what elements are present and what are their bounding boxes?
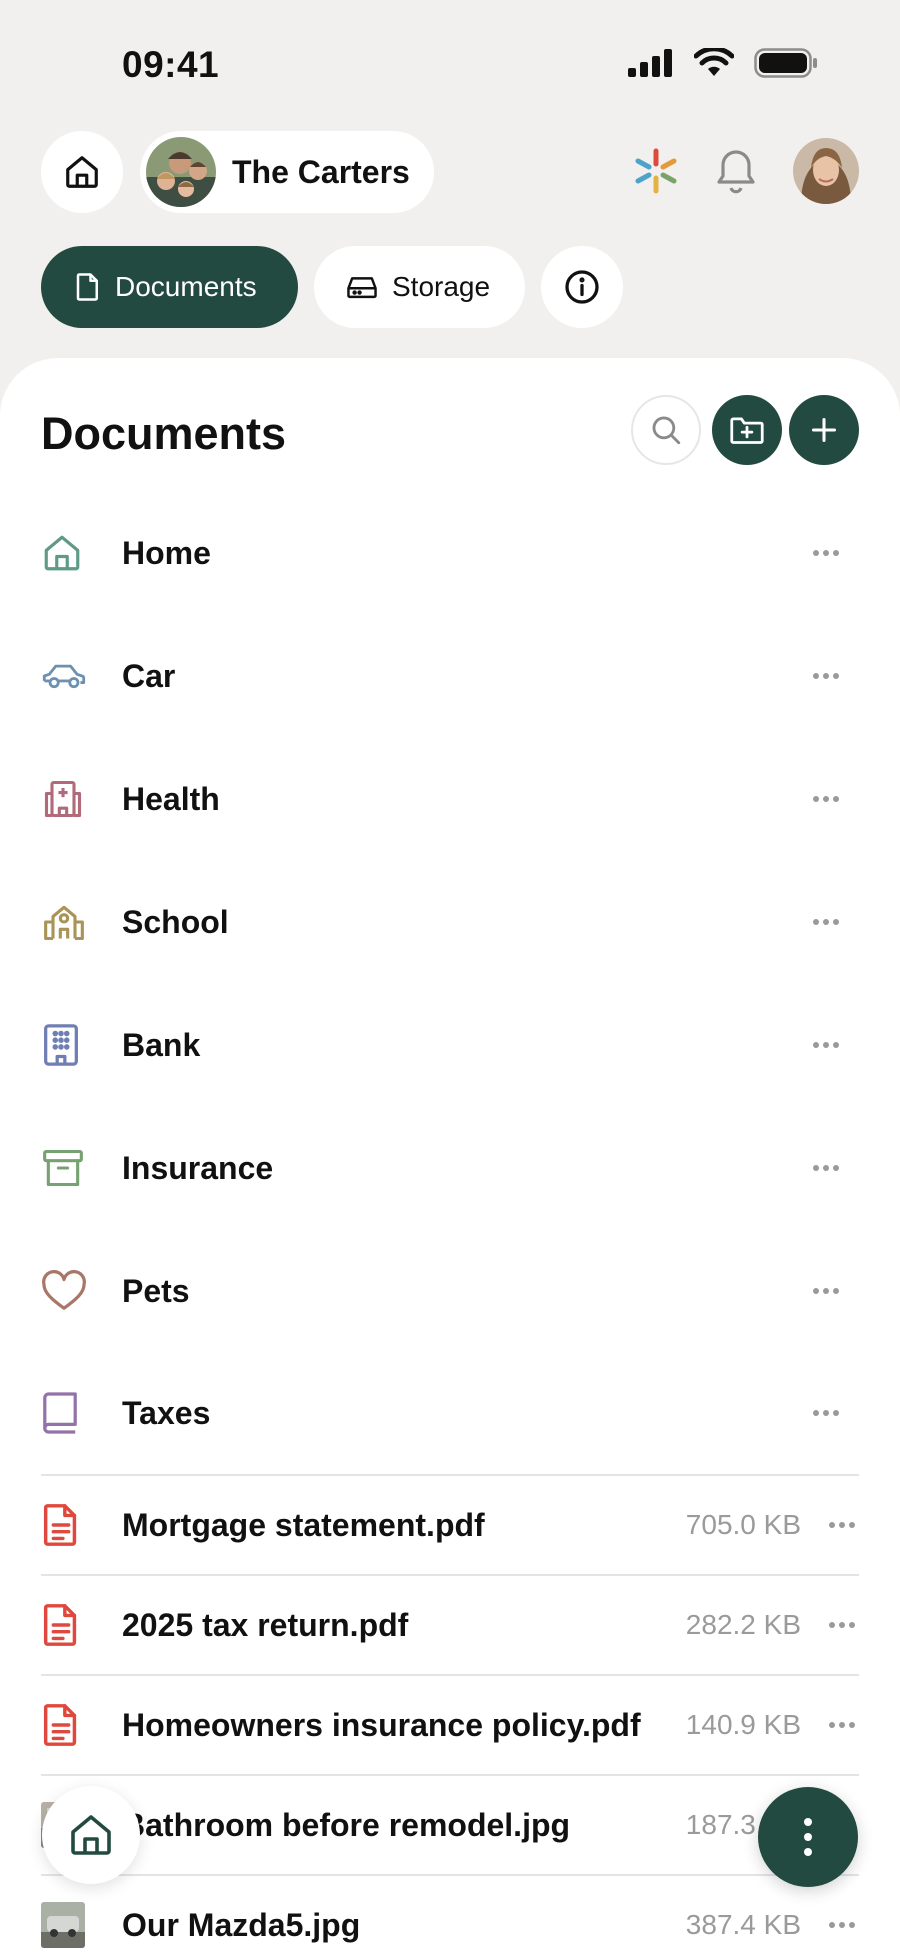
more-options-icon[interactable] bbox=[813, 1410, 839, 1416]
building-icon bbox=[41, 1022, 91, 1068]
folder-plus-icon bbox=[730, 417, 764, 444]
tab-documents-label: Documents bbox=[115, 271, 257, 302]
wifi-icon bbox=[694, 48, 734, 76]
tab-documents[interactable]: Documents bbox=[41, 246, 298, 328]
file-size: 140.9 KB bbox=[685, 1709, 801, 1740]
user-avatar[interactable] bbox=[793, 138, 859, 204]
folder-label: Health bbox=[122, 780, 220, 817]
hard-drive-icon bbox=[346, 274, 378, 300]
file-name: 2025 tax return.pdf bbox=[122, 1606, 409, 1643]
floating-more-button[interactable] bbox=[758, 1787, 858, 1887]
home-icon bbox=[66, 156, 98, 188]
folder-label: Pets bbox=[122, 1272, 190, 1309]
search-icon bbox=[652, 416, 681, 445]
hospital-icon bbox=[41, 777, 91, 821]
file-size: 705.0 KB bbox=[685, 1509, 801, 1540]
folder-row-taxes[interactable]: Taxes bbox=[41, 1368, 859, 1458]
pdf-file-icon bbox=[41, 1702, 91, 1748]
folder-label: Car bbox=[122, 657, 176, 694]
new-folder-button[interactable] bbox=[712, 395, 782, 465]
family-name: The Carters bbox=[232, 153, 410, 190]
folder-label: Insurance bbox=[122, 1149, 274, 1186]
file-row[interactable]: 2025 tax return.pdf 282.2 KB bbox=[41, 1576, 859, 1674]
file-row[interactable]: Our Mazda5.jpg 387.4 KB bbox=[41, 1876, 859, 1956]
school-icon bbox=[41, 900, 91, 944]
image-thumbnail bbox=[41, 1902, 85, 1948]
tab-storage-label: Storage bbox=[392, 271, 491, 302]
more-options-icon[interactable] bbox=[829, 1622, 855, 1628]
home-icon bbox=[41, 531, 91, 575]
file-name: Bathroom before remodel.jpg bbox=[122, 1806, 571, 1843]
search-button[interactable] bbox=[631, 395, 701, 465]
more-options-icon[interactable] bbox=[829, 1522, 855, 1528]
file-row[interactable]: Homeowners insurance policy.pdf 140.9 KB bbox=[41, 1676, 859, 1774]
info-icon bbox=[565, 270, 599, 304]
status-bar: 09:41 bbox=[0, 0, 900, 120]
signal-icon bbox=[628, 49, 672, 77]
folder-row-bank[interactable]: Bank bbox=[41, 1000, 859, 1090]
family-switcher[interactable]: The Carters bbox=[140, 131, 434, 213]
pdf-file-icon bbox=[41, 1502, 91, 1548]
folder-row-school[interactable]: School bbox=[41, 877, 859, 967]
file-size: 387.4 KB bbox=[685, 1909, 801, 1940]
home-button[interactable] bbox=[41, 131, 123, 213]
tab-storage[interactable]: Storage bbox=[314, 246, 525, 328]
floating-home-button[interactable] bbox=[42, 1786, 140, 1884]
folder-row-pets[interactable]: Pets bbox=[41, 1246, 859, 1336]
file-row[interactable]: Bathroom before remodel.jpg 187.3 KB bbox=[41, 1776, 859, 1874]
file-row[interactable]: Mortgage statement.pdf 705.0 KB bbox=[41, 1476, 859, 1574]
more-options-icon[interactable] bbox=[813, 796, 839, 802]
status-time: 09:41 bbox=[122, 44, 220, 85]
folder-row-home[interactable]: Home bbox=[41, 508, 859, 598]
folder-row-health[interactable]: Health bbox=[41, 754, 859, 844]
add-button[interactable] bbox=[789, 395, 859, 465]
more-options-icon[interactable] bbox=[813, 673, 839, 679]
info-button[interactable] bbox=[541, 246, 623, 328]
archive-box-icon bbox=[41, 1147, 91, 1189]
file-name: Homeowners insurance policy.pdf bbox=[122, 1706, 641, 1743]
car-icon bbox=[41, 660, 91, 692]
sparkle-ai-icon[interactable] bbox=[632, 147, 680, 195]
file-name: Mortgage statement.pdf bbox=[122, 1506, 485, 1543]
folder-label: Taxes bbox=[122, 1394, 211, 1431]
image-thumbnail-wrap bbox=[41, 1902, 91, 1948]
pdf-file-icon bbox=[41, 1602, 91, 1648]
home-icon bbox=[71, 1815, 111, 1855]
more-options-icon[interactable] bbox=[813, 919, 839, 925]
family-avatar bbox=[146, 137, 216, 207]
folder-label: Bank bbox=[122, 1026, 201, 1063]
folder-label: School bbox=[122, 903, 229, 940]
folder-row-insurance[interactable]: Insurance bbox=[41, 1123, 859, 1213]
battery-icon bbox=[754, 48, 817, 78]
more-options-icon[interactable] bbox=[813, 550, 839, 556]
file-size: 282.2 KB bbox=[685, 1609, 801, 1640]
status-icons bbox=[628, 48, 818, 78]
page-title: Documents bbox=[41, 408, 287, 459]
folder-row-car[interactable]: Car bbox=[41, 631, 859, 721]
plus-icon bbox=[811, 417, 837, 443]
heart-icon bbox=[41, 1270, 91, 1312]
vertical-dots-icon bbox=[804, 1818, 812, 1826]
more-options-icon[interactable] bbox=[829, 1722, 855, 1728]
document-icon bbox=[75, 272, 101, 302]
folder-label: Home bbox=[122, 534, 211, 571]
more-options-icon[interactable] bbox=[813, 1288, 839, 1294]
more-options-icon[interactable] bbox=[813, 1165, 839, 1171]
more-options-icon[interactable] bbox=[813, 1042, 839, 1048]
file-name: Our Mazda5.jpg bbox=[122, 1906, 361, 1943]
more-options-icon[interactable] bbox=[829, 1922, 855, 1928]
book-icon bbox=[41, 1390, 91, 1436]
bell-icon[interactable] bbox=[712, 146, 760, 198]
